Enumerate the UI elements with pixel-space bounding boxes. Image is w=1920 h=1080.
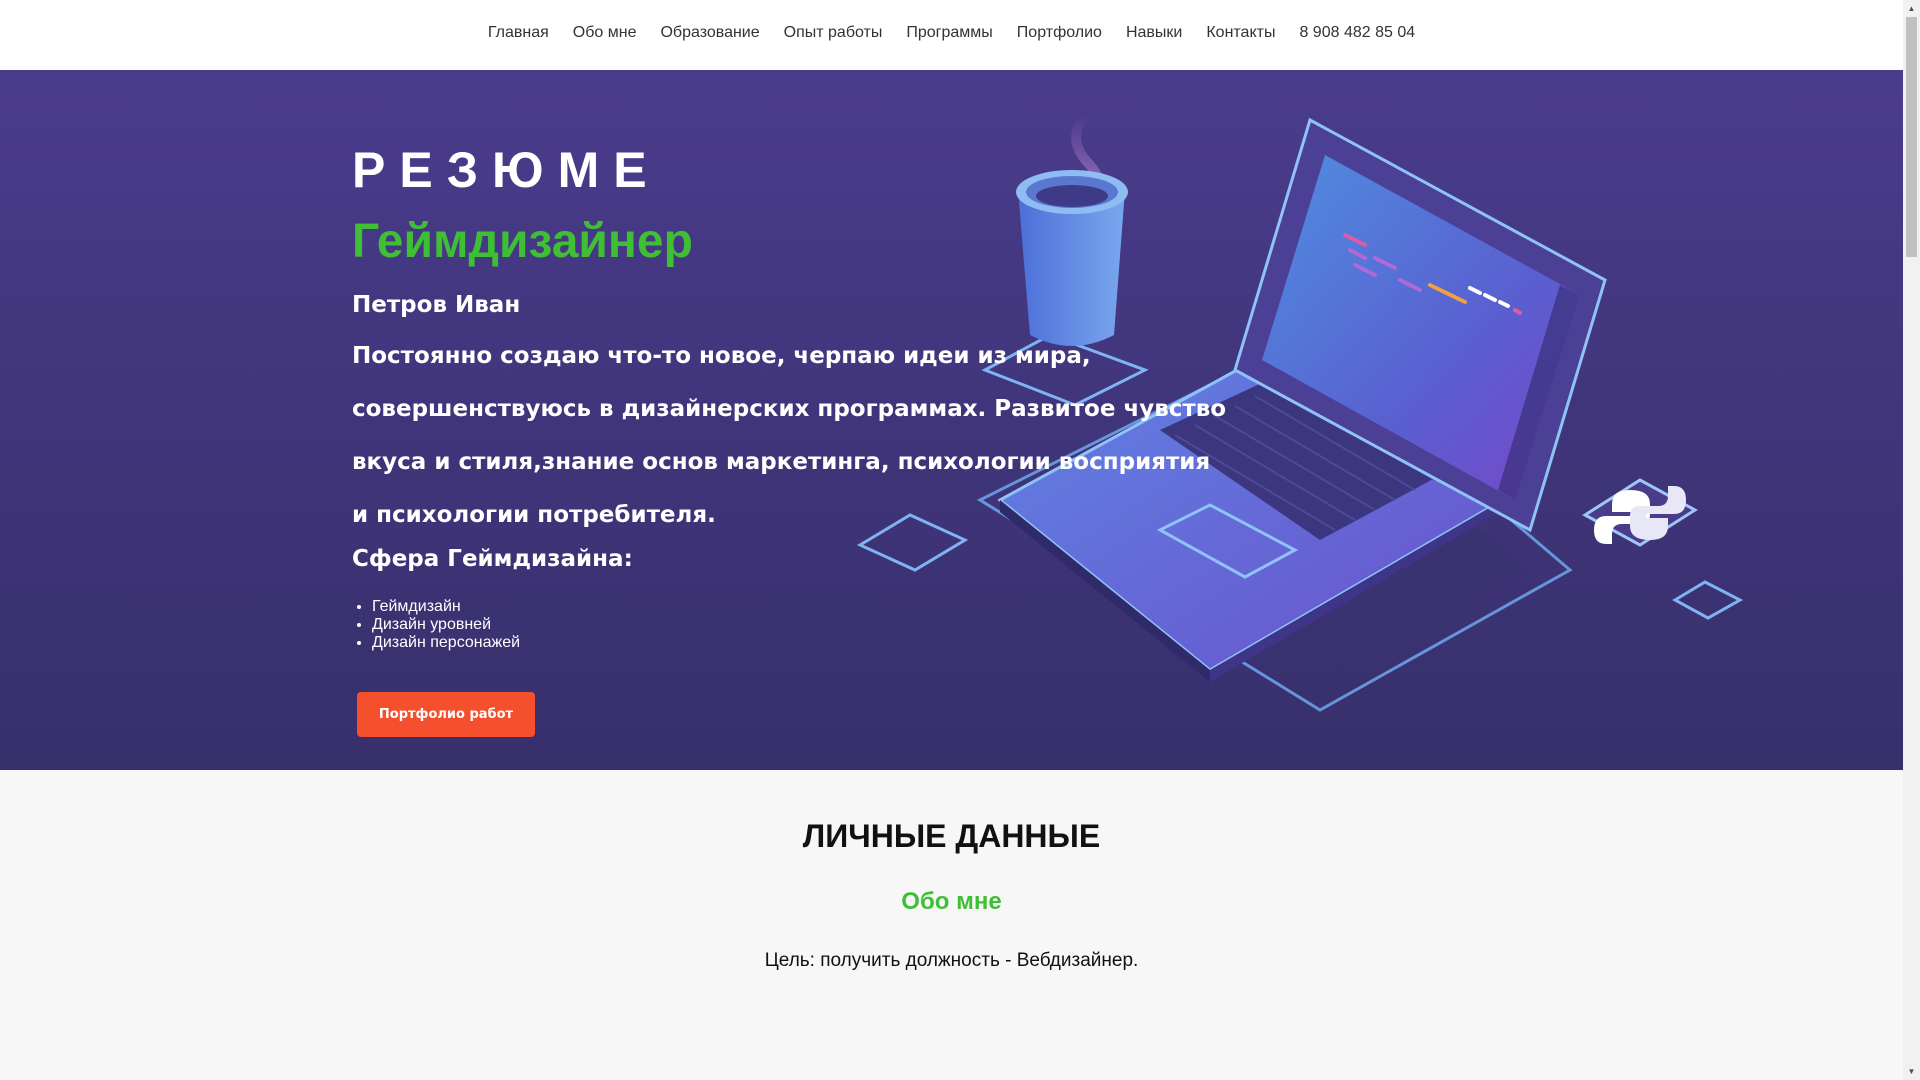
nav-item-experience[interactable]: Опыт работы	[784, 24, 883, 42]
metric-tt: TT: 1.1s	[1672, 20, 1740, 35]
job-title: Геймдизайнер	[352, 215, 693, 268]
section-subtitle: Обо мне	[901, 888, 1002, 915]
metric-tot: TOT: N/A	[1810, 20, 1885, 35]
python-logo-icon	[1582, 478, 1698, 547]
sphere-list: Геймдизайн Дизайн уровней Дизайн персона…	[352, 598, 1252, 652]
top-navigation: Главная Обо мне Образование Опыт работы …	[0, 0, 1903, 70]
metric-load: Загрузка: N/A	[1581, 20, 1663, 35]
sphere-heading: Сфера Геймдизайна:	[352, 546, 633, 572]
nav-item-portfolio[interactable]: Портфолио	[1017, 24, 1102, 42]
scroll-thumb[interactable]	[1906, 17, 1917, 257]
scroll-up-arrow-icon[interactable]: ▲	[1903, 0, 1920, 17]
hero-section: РЕЗЮМЕ Геймдизайнер Петров Иван Постоянн…	[0, 70, 1903, 770]
performance-metrics: Загрузка: N/A TT: 1.1s DP: 1.1s TOT: N/A	[1571, 20, 1885, 35]
career-goal: Цель: получить должность - Вебдизайнер.	[764, 950, 1139, 971]
nav-item-skills[interactable]: Навыки	[1126, 24, 1182, 42]
nav-item-about[interactable]: Обо мне	[573, 24, 637, 42]
personal-data-section: ЛИЧНЫЕ ДАННЫЕ Обо мне Цель: получить дол…	[0, 770, 1903, 1080]
metric-dp: DP: 1.1s	[1739, 20, 1811, 35]
nav-item-contacts[interactable]: Контакты	[1206, 24, 1275, 42]
section-title: ЛИЧНЫЕ ДАННЫЕ	[802, 818, 1101, 854]
diamond-icon	[1671, 580, 1744, 620]
nav-item-education[interactable]: Образование	[660, 24, 759, 42]
list-item: Дизайн персонажей	[372, 634, 1252, 652]
person-name: Петров Иван	[352, 292, 521, 318]
scroll-down-arrow-icon[interactable]: ▼	[1903, 1063, 1920, 1080]
nav-item-programs[interactable]: Программы	[906, 24, 992, 42]
hero-description: Постоянно создаю что-то новое, черпаю ид…	[352, 343, 1227, 528]
list-item: Геймдизайн	[372, 598, 1252, 616]
portfolio-button[interactable]: Портфолио работ	[357, 692, 535, 737]
page-title: РЕЗЮМЕ	[352, 142, 661, 198]
list-item: Дизайн уровней	[372, 616, 1252, 634]
vertical-scrollbar[interactable]: ▲ ▼	[1903, 0, 1920, 1080]
hero-content: РЕЗЮМЕ Геймдизайнер Петров Иван Постоянн…	[352, 140, 1252, 652]
nav-item-home[interactable]: Главная	[488, 24, 549, 42]
nav-item-phone[interactable]: 8 908 482 85 04	[1299, 24, 1415, 42]
